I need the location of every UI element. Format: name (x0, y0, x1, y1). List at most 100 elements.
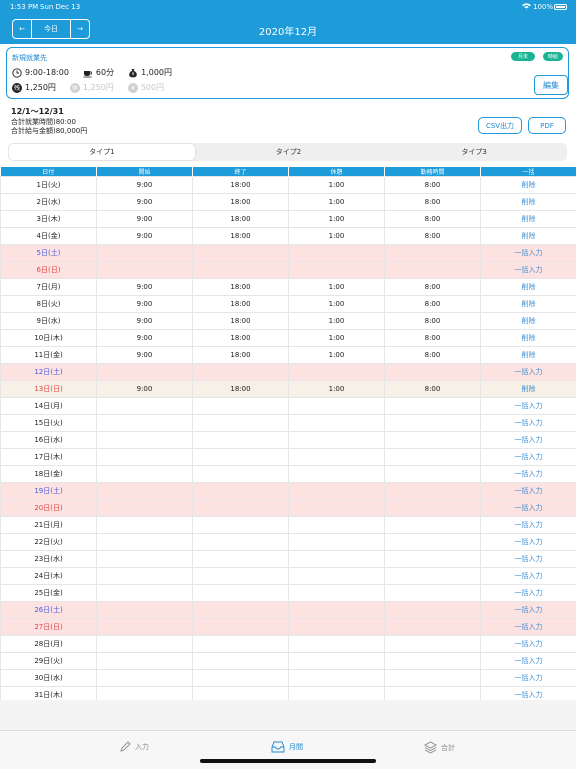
cell-end (193, 670, 289, 687)
table-row: 30日(水)一括入力 (1, 670, 576, 687)
cell-action[interactable]: 一括入力 (481, 602, 576, 619)
cell-date: 18日(金) (1, 466, 97, 483)
tab-type1[interactable]: タイプ1 (9, 144, 195, 160)
table-row: 24日(木)一括入力 (1, 568, 576, 585)
cell-work: 8:00 (385, 347, 481, 364)
cell-end (193, 364, 289, 381)
cell-action[interactable]: 一括入力 (481, 245, 576, 262)
cell-action[interactable]: 一括入力 (481, 500, 576, 517)
cell-end (193, 551, 289, 568)
cell-end (193, 602, 289, 619)
cell-action[interactable]: 一括入力 (481, 619, 576, 636)
pdf-button[interactable]: PDF (528, 117, 566, 134)
cell-action[interactable]: 一括入力 (481, 534, 576, 551)
cell-rest: 1:00 (289, 330, 385, 347)
tab-type3[interactable]: タイプ3 (381, 143, 567, 161)
cell-date: 7日(月) (1, 279, 97, 296)
table-row: 7日(月)9:0018:001:008:00削除 (1, 279, 576, 296)
cell-start (97, 483, 193, 500)
cell-date: 2日(水) (1, 194, 97, 211)
cell-work: 8:00 (385, 313, 481, 330)
cell-date: 6日(日) (1, 262, 97, 279)
cell-action[interactable]: 一括入力 (481, 636, 576, 653)
cell-end (193, 585, 289, 602)
cell-action[interactable]: 一括入力 (481, 398, 576, 415)
cell-action[interactable]: 削除 (481, 279, 576, 296)
header-action: 一括 (481, 167, 576, 177)
svg-text:残: 残 (14, 84, 20, 92)
cell-end (193, 653, 289, 670)
tab-type2[interactable]: タイプ2 (196, 143, 382, 161)
cell-action[interactable]: 削除 (481, 296, 576, 313)
table-row: 22日(火)一括入力 (1, 534, 576, 551)
allowance-badge-icon: ¥ (128, 83, 138, 93)
cell-work (385, 602, 481, 619)
cell-action[interactable]: 一括入力 (481, 551, 576, 568)
cell-action[interactable]: 削除 (481, 381, 576, 398)
coffee-icon (83, 68, 93, 78)
cell-action[interactable]: 削除 (481, 330, 576, 347)
cell-end (193, 449, 289, 466)
battery-percent: 100% (533, 3, 553, 11)
pencil-icon (119, 741, 131, 753)
tabbar-monthly[interactable]: 月間 (271, 741, 303, 753)
cell-end (193, 398, 289, 415)
cell-work: 8:00 (385, 194, 481, 211)
cell-action[interactable]: 削除 (481, 313, 576, 330)
table-row: 15日(火) 一括入力 (1, 415, 576, 432)
clock-icon (12, 68, 22, 78)
cell-rest: 1:00 (289, 194, 385, 211)
cell-action[interactable]: 一括入力 (481, 432, 576, 449)
cell-action[interactable]: 削除 (481, 228, 576, 245)
type-tabs: タイプ1 タイプ2 タイプ3 (8, 143, 567, 161)
table-row: 27日(日)一括入力 (1, 619, 576, 636)
cell-action[interactable]: 一括入力 (481, 653, 576, 670)
cell-action[interactable]: 削除 (481, 347, 576, 364)
cell-date: 9日(水) (1, 313, 97, 330)
cell-action[interactable]: 一括入力 (481, 449, 576, 466)
cell-action[interactable]: 削除 (481, 194, 576, 211)
cell-start: 9:00 (97, 313, 193, 330)
csv-export-button[interactable]: CSV出力 (478, 117, 522, 134)
cell-start: 9:00 (97, 194, 193, 211)
cell-action[interactable]: 一括入力 (481, 364, 576, 381)
cell-start: 9:00 (97, 347, 193, 364)
cell-action[interactable]: 一括入力 (481, 670, 576, 687)
cell-rest (289, 245, 385, 262)
status-time: 1:53 PM (10, 3, 38, 11)
cell-work (385, 262, 481, 279)
cell-action[interactable]: 削除 (481, 211, 576, 228)
table-row: 25日(金)一括入力 (1, 585, 576, 602)
tabbar-input[interactable]: 入力 (119, 741, 149, 753)
cell-start (97, 517, 193, 534)
cell-rest (289, 551, 385, 568)
workplace-name: 新規就業先 (12, 53, 47, 63)
cell-end: 18:00 (193, 177, 289, 194)
cell-rest (289, 619, 385, 636)
cell-action[interactable]: 削除 (481, 177, 576, 194)
cell-work (385, 619, 481, 636)
cell-date: 16日(水) (1, 432, 97, 449)
cell-rest (289, 517, 385, 534)
cell-action[interactable]: 一括入力 (481, 415, 576, 432)
cell-rest: 1:00 (289, 381, 385, 398)
cell-action[interactable]: 一括入力 (481, 517, 576, 534)
attendance-table: 日付 開始 終了 休憩 勤務時間 一括 1日(火)9:0018:001:008:… (0, 167, 576, 704)
cell-rest (289, 500, 385, 517)
table-row: 13日(日)9:0018:001:008:00削除 (1, 381, 576, 398)
edit-button[interactable]: 編集 (534, 75, 568, 95)
cell-rest (289, 398, 385, 415)
cell-date: 15日(火) (1, 415, 97, 432)
cell-start: 9:00 (97, 296, 193, 313)
cell-action[interactable]: 一括入力 (481, 466, 576, 483)
cell-end (193, 432, 289, 449)
cell-action[interactable]: 一括入力 (481, 262, 576, 279)
table-row: 16日(水) 一括入力 (1, 432, 576, 449)
tabbar-total[interactable]: 合計 (424, 741, 455, 754)
cell-action[interactable]: 一括入力 (481, 585, 576, 602)
cell-end: 18:00 (193, 330, 289, 347)
work-hours-value: 9:00-18:00 (25, 68, 69, 77)
cell-action[interactable]: 一括入力 (481, 568, 576, 585)
cell-action[interactable]: 一括入力 (481, 483, 576, 500)
cell-start (97, 636, 193, 653)
